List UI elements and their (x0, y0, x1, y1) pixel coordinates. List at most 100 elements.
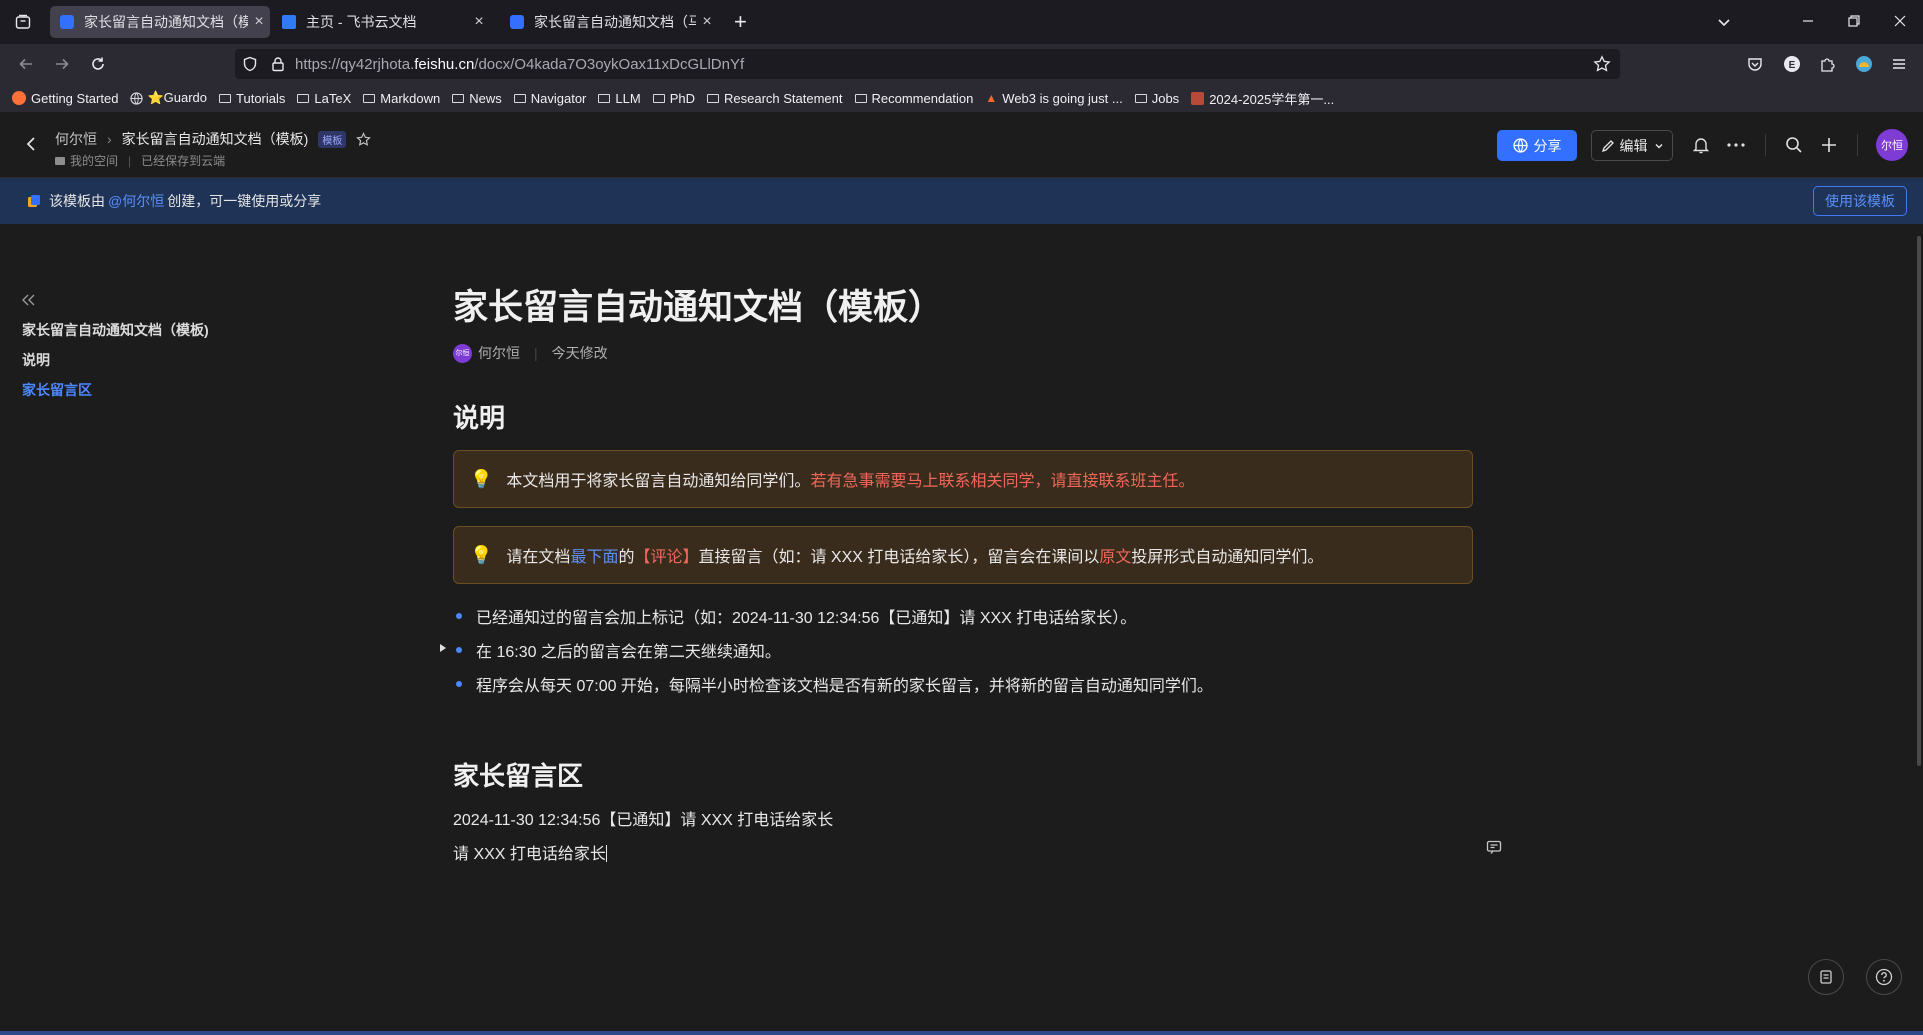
use-template-button[interactable]: 使用该模板 (1813, 186, 1907, 216)
doc-info-button[interactable] (1808, 959, 1844, 995)
bullet-dot (456, 613, 462, 619)
heading-messages[interactable]: 家长留言区 (453, 756, 583, 793)
edit-mode-button[interactable]: 编辑 (1591, 130, 1673, 161)
bookmark-label: Research Statement (723, 90, 843, 106)
url-domain: feishu.cn (414, 56, 475, 73)
avatar[interactable]: 尔恒 (1876, 129, 1908, 161)
folder-icon (452, 93, 465, 103)
bookmark-guardo[interactable]: ⭐Guardo (130, 90, 207, 106)
forward-icon[interactable] (54, 56, 70, 72)
share-button[interactable]: 分享 (1497, 130, 1577, 161)
svg-text:E: E (1789, 60, 1796, 71)
back-arrow-icon[interactable] (24, 136, 38, 152)
browser-tab-3[interactable]: 家长留言自动通知文档（马冬梅 × (500, 6, 718, 38)
banner-prefix: 该模板由 (49, 193, 105, 209)
folder-icon (706, 93, 719, 103)
callout-purpose[interactable]: 💡 本文档用于将家长留言自动通知给同学们。 若有急事需要马上联系相关同学，请直接… (453, 450, 1473, 508)
bookmark-llm[interactable]: LLM (598, 91, 641, 106)
tracking-shield-icon[interactable] (242, 56, 258, 72)
bookmark-label: PhD (669, 90, 695, 106)
scrollbar[interactable] (1917, 236, 1921, 766)
callout-highlight: 【评论】 (634, 549, 699, 566)
bookmark-research-statement[interactable]: Research Statement (706, 90, 843, 106)
bookmark-label: Getting Started (31, 90, 119, 106)
doc-meta: 尔恒 何尔恒 | 今天修改 (453, 343, 608, 363)
address-bar[interactable]: https://qy42rjhota.feishu.cn/docx/O4kada… (235, 49, 1620, 79)
fire-icon: ▲ (985, 91, 998, 105)
browser-tab-1[interactable]: 家长留言自动通知文档（模板) × (50, 6, 270, 38)
edit-label: 编辑 (1619, 137, 1648, 154)
bookmark-web3[interactable]: ▲ Web3 is going just ... (985, 91, 1122, 106)
bookmark-markdown[interactable]: Markdown (363, 91, 440, 106)
list-all-tabs-icon[interactable] (1716, 14, 1732, 30)
close-window-icon[interactable] (1893, 14, 1907, 28)
bookmark-label: Recommendation (871, 90, 974, 106)
divider (1857, 134, 1858, 156)
close-tab-icon[interactable]: × (696, 13, 718, 31)
callout-highlight: 原文 (1099, 549, 1132, 566)
bookmark-label: Tutorials (236, 90, 286, 106)
list-item[interactable]: 程序会从每天 07:00 开始，每隔半小时检查该文档是否有新的家长留言，并将新的… (453, 672, 1213, 696)
notification-bell-icon[interactable] (1693, 137, 1709, 154)
bookmark-star-icon[interactable] (1593, 55, 1611, 73)
bullet-dot (456, 681, 462, 687)
globe-icon (130, 91, 144, 105)
bookmark-news[interactable]: News (452, 91, 502, 106)
list-item[interactable]: 已经通知过的留言会加上标记（如：2024-11-30 12:34:56【已通知】… (453, 604, 1136, 628)
block-drag-handle-icon[interactable] (438, 643, 448, 653)
favorite-star-icon[interactable] (356, 131, 372, 147)
divider: | (128, 153, 132, 168)
outline-item-description[interactable]: 说明 (22, 345, 209, 375)
bookmark-jobs[interactable]: Jobs (1134, 91, 1179, 106)
search-icon[interactable] (1785, 136, 1803, 154)
callout-instructions[interactable]: 💡 请在文档 最下面的【评论】 直接留言（如：请 XXX 打电话给家长），留言会在课… (453, 526, 1473, 584)
extensions-puzzle-icon[interactable] (1819, 56, 1835, 72)
add-comment-icon[interactable] (1486, 840, 1502, 855)
bookmark-phd[interactable]: PhD (652, 90, 695, 106)
author-mention[interactable]: @何尔恒 (108, 191, 164, 211)
extension-profile-icon[interactable] (1855, 55, 1873, 73)
bookmark-navigator[interactable]: Navigator (513, 91, 586, 106)
folder-icon (55, 156, 65, 165)
folder-icon (297, 93, 310, 103)
list-item-text: 已经通知过的留言会加上标记（如：2024-11-30 12:34:56【已通知】… (476, 610, 1137, 627)
browser-tab-2[interactable]: 主页 - 飞书云文档 × (272, 6, 490, 38)
extension-e-icon[interactable]: E (1783, 55, 1801, 73)
reload-icon[interactable] (90, 56, 106, 72)
breadcrumb-space[interactable]: 何尔恒 (55, 129, 97, 149)
new-tab-button[interactable]: + (734, 9, 747, 35)
message-line-editing[interactable]: 请 XXX 打电话给家长 (453, 840, 607, 864)
back-icon[interactable] (18, 56, 34, 72)
folder-icon (363, 93, 376, 103)
bookmark-latex[interactable]: LaTeX (297, 91, 351, 106)
feishu-favicon-icon (282, 15, 296, 29)
list-item[interactable]: 在 16:30 之后的留言会在第二天继续通知。 (453, 638, 781, 662)
bookmark-tutorials[interactable]: Tutorials (219, 91, 285, 106)
lock-icon[interactable] (270, 56, 286, 72)
close-tab-icon[interactable]: × (248, 13, 270, 31)
bookmark-getting-started[interactable]: Getting Started (12, 91, 118, 106)
folder-icon (598, 93, 611, 103)
bookmark-recommendation[interactable]: Recommendation (854, 90, 974, 106)
help-button[interactable] (1866, 959, 1902, 995)
breadcrumb-doc-name[interactable]: 家长留言自动通知文档（模板) (122, 129, 309, 149)
my-space-link[interactable]: 我的空间 (70, 152, 118, 169)
pocket-icon[interactable] (1747, 56, 1763, 72)
bookmark-semester[interactable]: 2024-2025学年第一... (1191, 89, 1334, 108)
app-menu-icon[interactable] (1891, 56, 1907, 72)
outline-item-messages[interactable]: 家长留言区 (22, 375, 209, 405)
minimize-icon[interactable] (1801, 14, 1815, 28)
outline-item-title[interactable]: 家长留言自动通知文档（模板) (22, 315, 209, 345)
message-line[interactable]: 2024-11-30 12:34:56【已通知】请 XXX 打电话给家长 (453, 806, 833, 830)
close-tab-icon[interactable]: × (468, 13, 490, 31)
page-title[interactable]: 家长留言自动通知文档（模板） (453, 279, 943, 330)
firefox-icon (12, 91, 26, 105)
author-name[interactable]: 何尔恒 (478, 343, 520, 363)
restore-icon[interactable] (1847, 14, 1861, 28)
globe-icon (1512, 138, 1528, 153)
tab-overview-icon[interactable] (15, 14, 31, 30)
more-options-icon[interactable] (1727, 143, 1745, 147)
collapse-outline-icon[interactable] (21, 293, 36, 307)
heading-description[interactable]: 说明 (453, 398, 505, 435)
plus-icon[interactable] (1820, 136, 1838, 154)
